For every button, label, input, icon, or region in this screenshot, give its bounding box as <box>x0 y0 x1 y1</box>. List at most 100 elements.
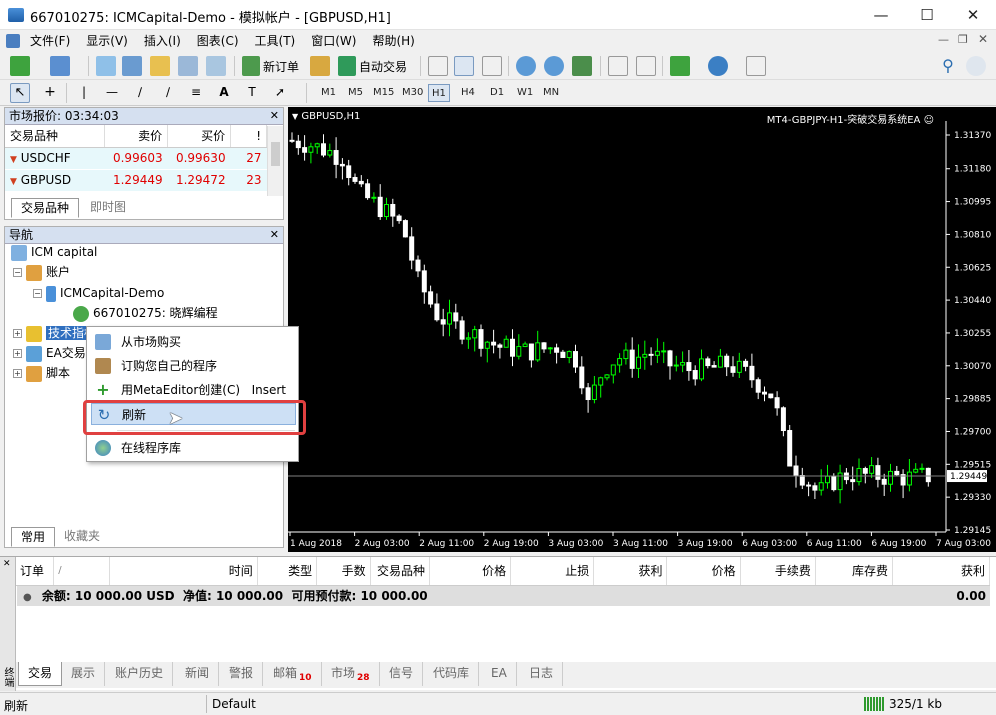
tf-d1[interactable]: D1 <box>487 84 507 102</box>
fibonacci-icon[interactable]: ≡ <box>186 83 206 103</box>
profiles-icon[interactable] <box>50 56 70 76</box>
tab-terminal-5[interactable]: 邮箱 10 <box>264 662 322 686</box>
text-label-icon[interactable]: T <box>242 83 262 103</box>
line-chart-icon[interactable] <box>482 56 502 76</box>
tree-accounts[interactable]: − 账户 <box>13 262 70 282</box>
menu-item-order-program[interactable]: 订购您自己的程序 <box>91 355 296 377</box>
chat-icon[interactable] <box>966 56 986 76</box>
arrows-icon[interactable]: ➚ <box>270 83 290 103</box>
col-order[interactable]: 订单 <box>16 557 55 586</box>
menu-item-create-metaeditor[interactable]: + 用MetaEditor创建(C) Insert <box>91 379 296 401</box>
templates-icon[interactable] <box>746 56 766 76</box>
vertical-line-icon[interactable]: | <box>74 83 94 103</box>
col-price[interactable]: 价格 <box>429 557 512 586</box>
mdi-restore-button[interactable]: ❐ <box>958 33 968 46</box>
tf-w1[interactable]: W1 <box>514 84 536 102</box>
col-lots[interactable]: 手数 <box>316 557 371 586</box>
col-spread[interactable]: ! <box>230 125 267 148</box>
equidistant-channel-icon[interactable]: ∕ <box>158 83 178 103</box>
col-symbol[interactable]: 交易品种 <box>5 125 106 148</box>
auto-trading-icon[interactable] <box>338 56 356 76</box>
tf-m5[interactable]: M5 <box>345 84 366 102</box>
tree-experts[interactable]: + EA交易 <box>13 343 86 363</box>
expand-icon[interactable]: + <box>13 369 22 378</box>
search-icon[interactable]: ⚲ <box>938 56 958 76</box>
col-type[interactable]: 类型 <box>257 557 318 586</box>
navigator-close-icon[interactable]: ✕ <box>270 228 279 241</box>
chart-window[interactable]: 1.31370 1.31180 1.30995 1.30810 1.30625 1.304… <box>288 107 996 552</box>
menu-window[interactable]: 窗口(W) <box>303 30 364 52</box>
menu-view[interactable]: 显示(V) <box>78 30 136 52</box>
table-row[interactable]: ▼ GBPUSD 1.29449 1.29472 23 <box>5 169 267 192</box>
auto-scroll-icon[interactable] <box>636 56 656 76</box>
menu-item-buy-market[interactable]: 从市场购买 <box>91 331 296 353</box>
tf-h4[interactable]: H4 <box>458 84 478 102</box>
collapse-icon[interactable]: − <box>13 268 22 277</box>
new-chart-icon[interactable] <box>10 56 30 76</box>
col-sort[interactable]: / <box>53 557 110 586</box>
zoom-out-icon[interactable] <box>544 56 564 76</box>
bar-chart-icon[interactable] <box>428 56 448 76</box>
menu-insert[interactable]: 插入(I) <box>136 30 189 52</box>
tab-terminal-9[interactable]: EA <box>482 662 517 686</box>
tab-symbols[interactable]: 交易品种 <box>11 198 80 218</box>
trendline-icon[interactable]: ∕ <box>130 83 150 103</box>
table-row[interactable]: ▼ USDCHF 0.99603 0.99630 27 <box>5 147 267 170</box>
minimize-button[interactable]: — <box>858 0 904 30</box>
tree-root[interactable]: ICM capital <box>11 242 97 262</box>
menu-file[interactable]: 文件(F) <box>22 30 78 52</box>
menu-help[interactable]: 帮助(H) <box>364 30 422 52</box>
col-commission[interactable]: 手续费 <box>740 557 816 586</box>
tab-terminal-4[interactable]: 警报 <box>220 662 264 686</box>
market-watch-close-icon[interactable]: ✕ <box>270 109 279 122</box>
close-button[interactable]: ✕ <box>950 0 996 30</box>
tab-common[interactable]: 常用 <box>11 527 56 547</box>
text-icon[interactable]: A <box>214 83 234 103</box>
tree-server[interactable]: − ICMCapital-Demo <box>33 283 164 303</box>
data-window-icon[interactable] <box>122 56 142 76</box>
tab-terminal-2[interactable]: 账户历史 <box>106 662 174 686</box>
tf-m15[interactable]: M15 <box>370 84 397 102</box>
col-symbol[interactable]: 交易品种 <box>370 557 431 586</box>
menu-charts[interactable]: 图表(C) <box>189 30 247 52</box>
collapse-icon[interactable]: − <box>33 289 42 298</box>
mdi-minimize-button[interactable]: — <box>938 33 949 46</box>
tab-favorites[interactable]: 收藏夹 <box>55 527 109 547</box>
mdi-close-button[interactable]: ✕ <box>978 32 988 46</box>
balance-row[interactable]: ● 余额: 10 000.00 USD 净值: 10 000.00 可用预付款:… <box>17 586 990 606</box>
market-watch-icon[interactable] <box>96 56 116 76</box>
auto-trading-button[interactable]: 自动交易 <box>359 58 407 75</box>
tile-windows-icon[interactable] <box>572 56 592 76</box>
tf-m30[interactable]: M30 <box>399 84 426 102</box>
tab-terminal-3[interactable]: 新闻 <box>176 662 220 686</box>
horizontal-line-icon[interactable]: — <box>102 83 122 103</box>
crosshair-icon[interactable]: + <box>40 83 60 103</box>
navigator-icon[interactable] <box>150 56 170 76</box>
maximize-button[interactable]: ☐ <box>904 0 950 30</box>
zoom-in-icon[interactable] <box>516 56 536 76</box>
tester-icon[interactable] <box>206 56 226 76</box>
tree-account[interactable]: 667010275: 晓辉编程 <box>73 303 218 323</box>
tf-mn[interactable]: MN <box>540 84 562 102</box>
cursor-icon[interactable]: ↖ <box>10 83 30 103</box>
indicators-icon[interactable] <box>670 56 690 76</box>
col-profit[interactable]: 获利 <box>892 557 990 586</box>
new-order-icon[interactable] <box>242 56 260 76</box>
tab-terminal-8[interactable]: 代码库 <box>424 662 480 686</box>
col-ask[interactable]: 买价 <box>167 125 232 148</box>
tf-h1[interactable]: H1 <box>428 84 450 102</box>
terminal-close-icon[interactable]: ✕ <box>3 559 11 569</box>
tab-terminal-1[interactable]: 展示 <box>62 662 106 686</box>
col-sl[interactable]: 止损 <box>510 557 595 586</box>
metaeditor-icon[interactable] <box>310 56 330 76</box>
expand-icon[interactable]: + <box>13 329 22 338</box>
menu-item-code-base[interactable]: 在线程序库 <box>91 437 296 459</box>
dropdown-arrow-icon[interactable]: ▼ <box>292 112 298 121</box>
new-order-button[interactable]: 新订单 <box>263 58 299 75</box>
menu-tools[interactable]: 工具(T) <box>247 30 304 52</box>
col-swap[interactable]: 库存费 <box>815 557 894 586</box>
periods-icon[interactable] <box>708 56 728 76</box>
price-chart[interactable]: 1.31370 1.31180 1.30995 1.30810 1.30625 1.304… <box>288 107 996 552</box>
market-watch-scrollbar[interactable] <box>267 126 283 196</box>
col-price2[interactable]: 价格 <box>666 557 741 586</box>
